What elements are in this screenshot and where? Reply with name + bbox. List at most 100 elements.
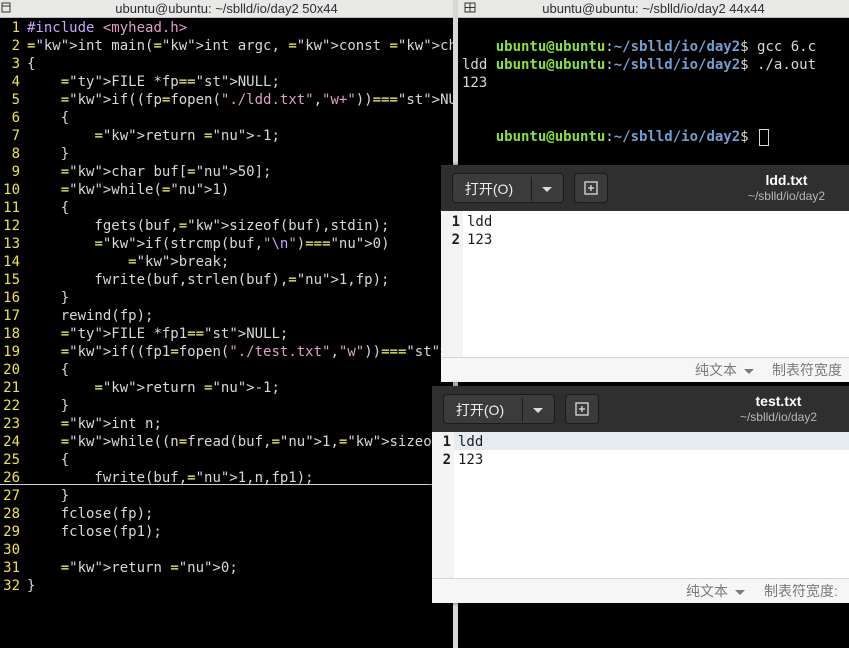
terminal-line: ubuntu@ubuntu:~/sblld/io/day2$ ./a.out (495, 57, 817, 73)
code-line: 6 { (0, 109, 70, 127)
code-text: fgets(buf,="kw">sizeof(buf),stdin); (27, 218, 390, 234)
code-text: ="kw">int n; (60, 416, 162, 432)
code-text: ="kw">break; (128, 254, 230, 270)
line-number: 30 (3, 542, 20, 558)
gedit-window-test[interactable]: 打开(O) test.txt ~/sblld/io/day2 1 ldd 2 123… (432, 386, 849, 603)
language-selector[interactable]: 纯文本 (695, 358, 754, 382)
line-number: 21 (3, 380, 20, 396)
vim-editor[interactable]: 1 #include <myhead.h> 2 ="kw">int main(="kw… (0, 18, 600, 648)
line-number: 28 (3, 506, 20, 522)
new-tab-button[interactable] (574, 173, 608, 203)
open-button[interactable]: 打开(O) (443, 394, 555, 424)
terminal-output: ldd (462, 57, 488, 73)
code-text: ="kw">return ="nu">0; (60, 560, 238, 576)
right-terminal-titlebar[interactable]: ubuntu@ubuntu: ~/sblld/io/day2 44x44 (458, 0, 849, 18)
gedit-headerbar[interactable]: 打开(O) test.txt ~/sblld/io/day2 (432, 386, 849, 432)
line-number: 8 (11, 146, 20, 162)
code-text: } (27, 146, 70, 162)
code-text: #include <myhead.h> (27, 20, 188, 36)
line-number: 12 (3, 218, 20, 234)
line-number: 1 (11, 20, 20, 36)
line-number: 15 (3, 272, 20, 288)
line-number: 25 (3, 452, 20, 468)
terminal-menu-icon[interactable] (464, 2, 476, 13)
code-line: 19 ="kw">if((fp1=fopen("./test.txt","w")… (0, 343, 491, 361)
code-line: 21 ="kw">return ="nu">-1; (0, 379, 280, 397)
language-selector[interactable]: 纯文本 (686, 579, 745, 603)
code-line: 11 { (0, 199, 69, 217)
code-text: rewind(fp); (27, 308, 154, 324)
text-line: 1 ldd (442, 434, 484, 450)
code-text: fwrite(buf,strlen(buf),="nu">1,fp); (27, 272, 390, 288)
line-number: 32 (3, 578, 20, 594)
text-view[interactable]: 1 ldd 2 123 (441, 211, 849, 358)
document-title: ldd.txt ~/sblld/io/day2 (747, 172, 825, 203)
code-text: fclose(fp1); (27, 524, 162, 540)
gedit-headerbar[interactable]: 打开(O) ldd.txt ~/sblld/io/day2 (441, 165, 849, 211)
new-tab-button[interactable] (565, 394, 599, 424)
code-text: ="kw">if((fp1=fopen("./test.txt","w"))==… (60, 344, 491, 360)
code-text: { (27, 362, 70, 378)
line-number: 11 (3, 200, 20, 216)
code-text: ="kw">char buf[="nu">50]; (60, 164, 272, 180)
code-line: 18 ="ty">FILE *fp1=="st">NULL; (0, 325, 288, 343)
gedit-statusbar: 纯文本 制表符宽度 (441, 357, 849, 382)
gedit-window-ldd[interactable]: 打开(O) ldd.txt ~/sblld/io/day2 1 ldd 2 123 … (441, 165, 849, 382)
left-terminal-titlebar[interactable]: ubuntu@ubuntu: ~/sblld/io/day2 50x44 (0, 0, 453, 18)
code-text: } (27, 578, 36, 594)
line-number: 16 (3, 290, 20, 306)
document-title: test.txt ~/sblld/io/day2 (739, 393, 817, 424)
code-line: 9 ="kw">char buf[="nu">50]; (0, 163, 272, 181)
terminal-prompt[interactable]: ubuntu@ubuntu:~/sblld/io/day2$ (462, 110, 770, 146)
left-terminal-title: ubuntu@ubuntu: ~/sblld/io/day2 50x44 (115, 1, 338, 16)
text-line: 2 123 (442, 452, 484, 468)
code-text: ="kw">if(strcmp(buf,"\n")==="nu">0) (94, 236, 390, 252)
new-document-icon (575, 402, 589, 416)
code-line: 28 fclose(fp); (0, 505, 153, 523)
code-line: 14 ="kw">break; (0, 253, 229, 271)
open-button[interactable]: 打开(O) (452, 173, 564, 203)
code-text: fclose(fp); (27, 506, 154, 522)
terminal-line: ubuntu@ubuntu:~/sblld/io/day2$ gcc 6.c (495, 39, 817, 55)
line-number: 4 (11, 74, 20, 90)
line-number: 27 (3, 488, 20, 504)
code-line: 30 (0, 541, 27, 559)
code-line: 1 #include <myhead.h> (0, 19, 188, 37)
code-line: 25 { (0, 451, 69, 469)
line-number: 9 (11, 164, 20, 180)
code-text: ="ty">FILE *fp=="st">NULL; (60, 74, 280, 90)
code-text: ="kw">if((fp=fopen("./ldd.txt","w+"))===… (60, 92, 483, 108)
code-line: 8 } (0, 145, 70, 163)
text-view[interactable]: 1 ldd 2 123 (432, 432, 849, 579)
right-terminal-title: ubuntu@ubuntu: ~/sblld/io/day2 44x44 (542, 1, 765, 16)
line-number: 24 (3, 434, 20, 450)
chevron-down-icon[interactable] (523, 395, 553, 425)
line-number: 2 (11, 38, 20, 54)
code-text: ="kw">return ="nu">-1; (94, 380, 280, 396)
code-line: 32} (0, 577, 35, 595)
line-number: 13 (3, 236, 20, 252)
code-line: 29 fclose(fp1); (0, 523, 162, 541)
code-line: 3{ (0, 55, 36, 73)
code-line: 17 rewind(fp); (0, 307, 153, 325)
code-line: 4 ="ty">FILE *fp=="st">NULL; (0, 73, 280, 91)
line-number: 6 (11, 110, 20, 126)
code-line: 10 ="kw">while(="nu">1) (0, 181, 229, 199)
line-number: 19 (3, 344, 20, 360)
terminal-menu-icon[interactable] (1, 2, 11, 13)
code-line: 12 fgets(buf,="kw">sizeof(buf),stdin); (0, 217, 389, 235)
tab-width-selector[interactable]: 制表符宽度 (772, 358, 842, 382)
line-number: 20 (3, 362, 20, 378)
vim-cursorline (0, 484, 433, 485)
code-text: } (27, 398, 70, 414)
code-text: { (27, 56, 36, 72)
chevron-down-icon[interactable] (532, 174, 562, 204)
code-text: } (27, 488, 70, 504)
line-number: 5 (11, 92, 20, 108)
code-line: 13 ="kw">if(strcmp(buf,"\n")==="nu">0) (0, 235, 390, 253)
code-line: 31 ="kw">return ="nu">0; (0, 559, 238, 577)
line-number: 10 (3, 182, 20, 198)
line-number: 17 (3, 308, 20, 324)
code-line: 16 } (0, 289, 69, 307)
tab-width-selector[interactable]: 制表符宽度: (764, 579, 838, 603)
